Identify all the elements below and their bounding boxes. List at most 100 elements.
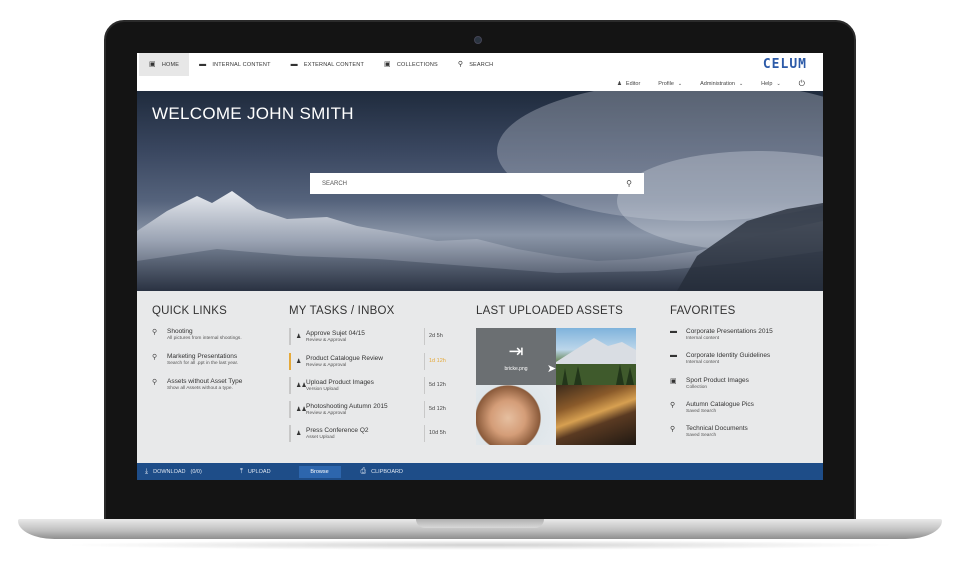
folder-icon: ▬ xyxy=(290,61,298,68)
power-icon[interactable]: ⏻ xyxy=(799,79,805,89)
screen: ▣ HOME ▬ INTERNAL CONTENT ▬ EXTERNAL CON… xyxy=(137,53,823,480)
task-due: 5d 12h xyxy=(429,382,446,388)
favorite-sub: Saved Search xyxy=(686,409,717,414)
briefcase-icon: ▣ xyxy=(384,61,391,68)
search-icon: ⚲ xyxy=(670,426,676,433)
quick-link-title: Marketing Presentations xyxy=(167,353,238,360)
task-bar xyxy=(289,400,291,418)
group-icon: ♟♟ xyxy=(296,406,307,413)
asset-upload-tile[interactable]: ⇥ bricke.png xyxy=(476,328,556,385)
tab-external-content-label: EXTERNAL CONTENT xyxy=(303,61,365,68)
upload-button[interactable]: ⤒ UPLOAD xyxy=(240,468,271,476)
user-menu[interactable]: ♟ Editor xyxy=(617,81,640,87)
download-label: DOWNLOAD xyxy=(153,468,186,475)
upload-label: UPLOAD xyxy=(247,468,271,475)
quick-link-title: Shooting xyxy=(167,328,193,335)
tab-internal-content[interactable]: ▬ INTERNAL CONTENT xyxy=(189,53,281,76)
folder-icon: ▬ xyxy=(670,328,677,335)
camera-icon xyxy=(474,36,482,44)
clipboard-button[interactable]: ⎙ CLIPBOARD xyxy=(361,468,403,476)
person-icon: ♟ xyxy=(296,333,302,340)
user-nav: ♟ Editor Profile ⌄ Administration ⌄ Help… xyxy=(137,76,823,91)
dashboard-content: QUICK LINKS ⚲ Shooting All pictures from… xyxy=(137,291,823,463)
tab-home[interactable]: ▣ HOME xyxy=(139,53,190,76)
hero-banner: WELCOME JOHN SMITH SEARCH ⚲ xyxy=(137,91,823,291)
task-title: Product Catalogue Review xyxy=(306,354,383,362)
task-row[interactable]: ♟ Product Catalogue Review Review & Appr… xyxy=(289,352,449,370)
tab-collections[interactable]: ▣ COLLECTIONS xyxy=(374,53,448,76)
search-icon[interactable]: ⚲ xyxy=(626,179,632,188)
profile-label: Profile xyxy=(658,80,674,87)
task-due: 2d 5h xyxy=(429,333,443,339)
administration-label: Administration xyxy=(700,80,735,87)
task-divider xyxy=(424,376,425,394)
favorite-sub: Collection xyxy=(686,385,708,390)
tab-home-label: HOME xyxy=(161,61,180,68)
upload-icon: ⤒ xyxy=(239,467,243,475)
task-title: Photoshooting Autumn 2015 xyxy=(306,402,388,410)
tab-collections-label: COLLECTIONS xyxy=(396,61,438,68)
welcome-heading: WELCOME JOHN SMITH xyxy=(152,104,354,123)
asset-thumbnail-mountain[interactable] xyxy=(556,328,636,385)
task-title: Press Conference Q2 xyxy=(306,426,369,434)
celum-logo[interactable]: CELUM xyxy=(763,57,807,72)
task-sub: Review & Approval xyxy=(306,362,347,368)
user-label: Editor xyxy=(625,80,641,87)
search-placeholder: SEARCH xyxy=(322,180,348,187)
task-bar xyxy=(289,327,291,345)
task-bar xyxy=(289,376,291,394)
task-row[interactable]: ♟ Press Conference Q2 Asset Upload 10d 5… xyxy=(289,424,449,442)
quick-link-item[interactable]: ⚲ Assets without Asset Type Show all Ass… xyxy=(152,378,282,391)
folder-icon: ▬ xyxy=(670,352,677,359)
quick-link-title: Assets without Asset Type xyxy=(167,378,243,385)
asset-upload-name: bricke.png xyxy=(504,365,528,372)
favorite-item[interactable]: ⚲ Technical Documents Saved Search xyxy=(670,425,820,438)
assets-title: LAST UPLOADED ASSETS xyxy=(476,305,623,317)
tab-external-content[interactable]: ▬ EXTERNAL CONTENT xyxy=(281,53,374,76)
task-sub: Review & Approval xyxy=(306,337,347,343)
favorite-item[interactable]: ▣ Sport Product Images Collection xyxy=(670,377,820,390)
tab-search[interactable]: ⚲ SEARCH xyxy=(448,53,503,76)
quick-links-title: QUICK LINKS xyxy=(152,305,228,317)
favorite-title: Sport Product Images xyxy=(686,377,749,384)
quick-link-sub: All pictures from internal shootings. xyxy=(167,336,242,341)
task-row[interactable]: ♟ Approve Sujet 04/15 Review & Approval … xyxy=(289,327,449,345)
group-icon: ♟♟ xyxy=(296,382,307,389)
browse-button[interactable]: Browse xyxy=(298,465,341,478)
search-icon: ⚲ xyxy=(670,402,676,409)
task-divider xyxy=(424,424,425,442)
tasks-title: MY TASKS / INBOX xyxy=(289,305,395,317)
quick-link-sub: Search for all .ppt in the last year. xyxy=(167,361,239,366)
clipboard-label: CLIPBOARD xyxy=(371,468,403,475)
quick-link-item[interactable]: ⚲ Shooting All pictures from internal sh… xyxy=(152,328,282,341)
task-row[interactable]: ♟♟ Upload Product Images Version Upload … xyxy=(289,376,449,394)
download-icon: ⤓ xyxy=(145,467,149,475)
tab-search-label: SEARCH xyxy=(469,61,494,68)
task-row[interactable]: ♟♟ Photoshooting Autumn 2015 Review & Ap… xyxy=(289,400,449,418)
tab-internal-content-label: INTERNAL CONTENT xyxy=(212,61,271,68)
favorite-title: Technical Documents xyxy=(686,425,748,432)
quick-link-item[interactable]: ⚲ Marketing Presentations Search for all… xyxy=(152,353,282,366)
task-title: Upload Product Images xyxy=(306,378,374,386)
laptop-shadow xyxy=(60,540,900,550)
asset-thumbnail-city[interactable] xyxy=(556,385,636,445)
mountain-thumbnail-art xyxy=(556,338,636,385)
help-menu[interactable]: Help ⌄ xyxy=(761,81,781,87)
task-title: Approve Sujet 04/15 xyxy=(306,329,365,337)
download-count: (0/0) xyxy=(190,468,202,475)
asset-thumbnail-portrait[interactable] xyxy=(476,385,556,445)
favorite-sub: Internal content xyxy=(686,336,720,341)
administration-menu[interactable]: Administration ⌄ xyxy=(700,81,743,87)
person-icon: ♟ xyxy=(296,358,302,365)
download-button[interactable]: ⤓ DOWNLOAD (0/0) xyxy=(145,468,202,476)
user-icon: ♟ xyxy=(616,80,622,87)
favorite-item[interactable]: ▬ Corporate Presentations 2015 Internal … xyxy=(670,328,820,341)
person-icon: ♟ xyxy=(296,430,302,437)
favorite-item[interactable]: ▬ Corporate Identity Guidelines Internal… xyxy=(670,352,820,365)
profile-menu[interactable]: Profile ⌄ xyxy=(658,81,682,87)
briefcase-icon: ▣ xyxy=(670,378,677,385)
favorite-item[interactable]: ⚲ Autumn Catalogue Pics Saved Search xyxy=(670,401,820,414)
hero-search-input[interactable]: SEARCH ⚲ xyxy=(310,173,644,194)
task-divider xyxy=(424,327,425,345)
task-sub: Asset Upload xyxy=(306,434,335,440)
